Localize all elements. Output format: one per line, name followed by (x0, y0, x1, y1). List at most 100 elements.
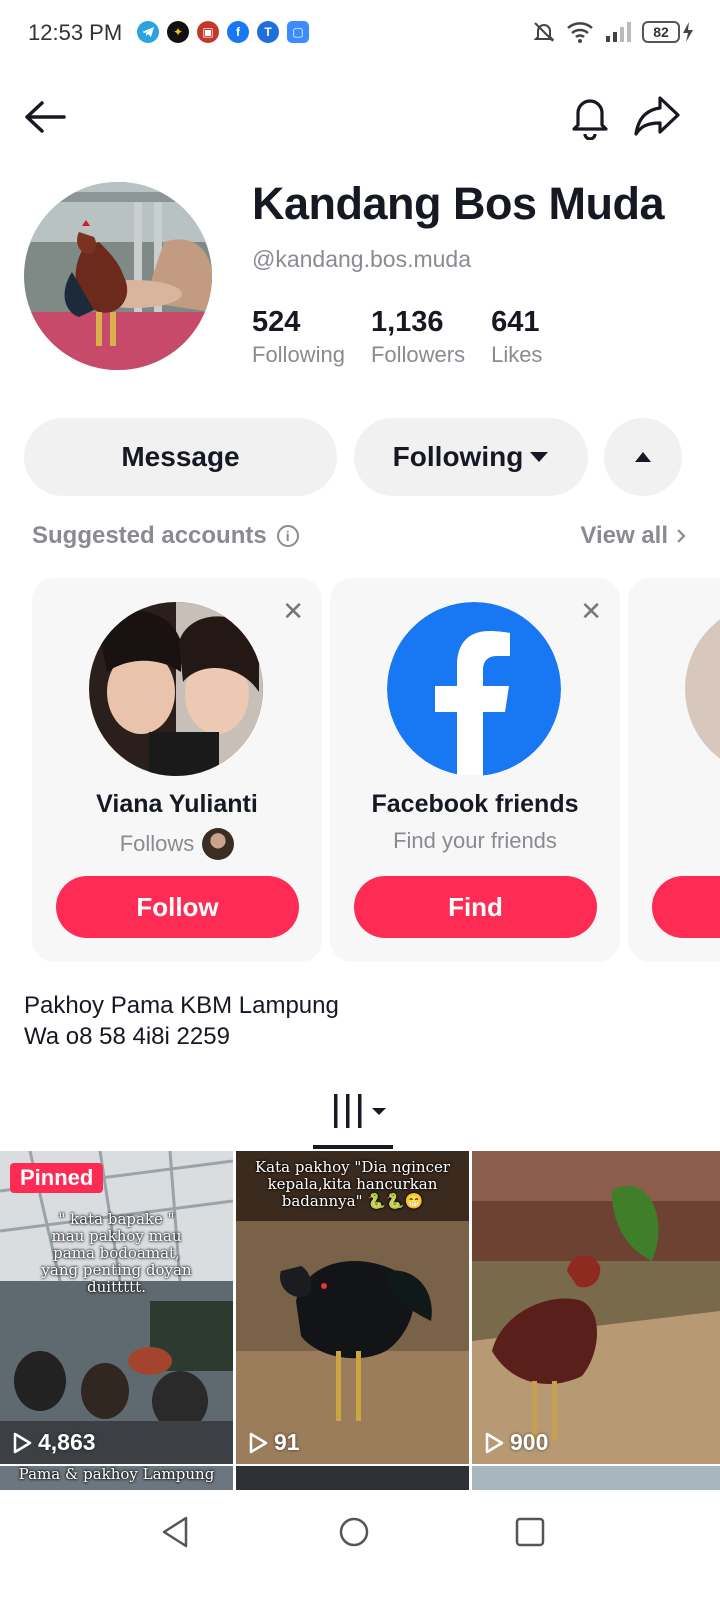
video-tile[interactable]: 900 (472, 1151, 720, 1464)
stat-value: 641 (491, 306, 540, 338)
dismiss-close-icon[interactable]: ✕ (282, 596, 304, 627)
app-icon: ▣ (197, 21, 219, 43)
follow-button[interactable] (652, 876, 720, 938)
status-bar: 12:53 PM ✦ ▣ f T ▢ 82 (0, 0, 720, 66)
play-icon (249, 1432, 268, 1453)
play-icon (13, 1432, 32, 1453)
video-thumbnail (0, 1151, 233, 1464)
find-button[interactable]: Find (354, 876, 597, 938)
suggested-sub: Find your friends (393, 828, 557, 853)
message-button[interactable]: Message (24, 418, 337, 496)
video-caption: " kata bapake " mau pakhoy mau pama bodo… (41, 1210, 192, 1296)
charging-icon (683, 22, 693, 42)
video-caption: Kata pakhoy "Dia ngincer kepala,kita han… (254, 1158, 451, 1210)
suggested-card-partial (628, 578, 720, 962)
video-tile[interactable] (236, 1466, 469, 1490)
view-count: 91 (274, 1429, 300, 1455)
facebook-icon: f (227, 21, 249, 43)
play-count: 4,863 (12, 1429, 96, 1456)
status-time: 12:53 PM (28, 20, 123, 45)
collapse-suggestions-button[interactable] (604, 418, 682, 496)
stat-followers[interactable]: 1,136 Followers (371, 304, 465, 370)
view-all-link[interactable]: View all (580, 522, 686, 550)
signal-icon (606, 22, 631, 42)
caret-up-icon (635, 452, 651, 462)
stat-value: 524 (252, 306, 301, 338)
triangle-back-icon (162, 1516, 188, 1548)
bio-line: Wa o8 58 4i8i 2259 (24, 1023, 230, 1050)
status-right: 82 (532, 20, 694, 44)
video-thumbnail (472, 1151, 720, 1464)
video-tile[interactable] (472, 1466, 720, 1490)
suggested-card-viana: ✕ Viana Yulianti Follows Follow (32, 578, 322, 962)
chevron-right-icon (677, 529, 686, 543)
notification-icons: ✦ ▣ f T ▢ (137, 21, 309, 43)
facebook-logo-icon[interactable] (387, 602, 561, 776)
nav-back-button[interactable] (156, 1512, 196, 1552)
profile-name: Kandang Bos Muda (252, 178, 665, 229)
app-icon: ✦ (167, 21, 189, 43)
mute-bell-icon (533, 22, 555, 42)
nav-recents-button[interactable] (510, 1512, 550, 1552)
stat-label: Likes (491, 342, 543, 367)
stat-value: 1,136 (370, 306, 444, 338)
system-nav-bar (0, 1490, 720, 1600)
play-count: 91 (248, 1429, 300, 1456)
user-photo (685, 602, 720, 776)
following-button[interactable]: Following (354, 418, 588, 496)
battery-indicator: 82 (642, 21, 694, 43)
video-caption: Pama & pakhoy Lampung (18, 1466, 215, 1483)
view-count: 900 (510, 1429, 549, 1455)
suggested-sub: Follows (32, 828, 322, 860)
video-grid: Pinned " kata bapake " mau pakhoy mau pa… (0, 1151, 720, 1466)
user-photo (89, 602, 263, 776)
suggested-avatar[interactable] (685, 602, 720, 776)
square-recents-icon (515, 1517, 545, 1547)
back-button[interactable] (22, 94, 68, 140)
mutual-avatar (202, 828, 235, 860)
follows-label: Follows (119, 831, 195, 856)
suggested-accounts-header: Suggested accounts i (32, 522, 299, 550)
stat-following[interactable]: 524 Following (252, 304, 345, 370)
app-icon: T (257, 21, 279, 43)
stat-label: Followers (370, 342, 466, 367)
stat-likes[interactable]: 641 Likes (491, 304, 542, 370)
notification-bell-button[interactable] (566, 92, 614, 141)
video-tile[interactable]: Pinned " kata bapake " mau pakhoy mau pa… (0, 1151, 233, 1464)
stat-label: Following (252, 342, 345, 367)
share-arrow-icon (634, 96, 680, 136)
profile-stats: 524 Following 1,136 Followers 641 Likes (252, 304, 568, 370)
nav-home-button[interactable] (334, 1512, 374, 1552)
profile-bio: Pakhoy Pama KBM Lampung Wa o8 58 4i8i 22… (24, 990, 339, 1052)
suggested-name: Viana Yulianti (96, 790, 258, 818)
app-icon: ▢ (287, 21, 309, 43)
tab-videos[interactable] (334, 1092, 390, 1132)
view-all-label: View all (580, 522, 668, 549)
top-nav (0, 88, 720, 144)
pinned-badge: Pinned (10, 1163, 104, 1193)
info-icon[interactable]: i (276, 525, 299, 547)
share-button[interactable] (632, 92, 682, 140)
suggested-card-facebook: ✕ Facebook friends Find your friends Fin… (330, 578, 620, 962)
suggested-accounts-title: Suggested accounts (32, 522, 267, 549)
follow-button[interactable]: Follow (56, 876, 299, 938)
following-label: Following (392, 441, 524, 472)
video-tile[interactable]: Kata pakhoy "Dia ngincer kepala,kita han… (236, 1151, 469, 1464)
bio-line: Pakhoy Pama KBM Lampung (24, 992, 339, 1019)
video-grid-row-2: Pama & pakhoy Lampung (0, 1466, 720, 1490)
suggested-avatar[interactable] (89, 602, 263, 776)
video-tile[interactable]: Pama & pakhoy Lampung (0, 1466, 233, 1490)
battery-level: 82 (642, 21, 680, 43)
suggested-accounts-carousel[interactable]: ✕ Viana Yulianti Follows Follow ✕ Facebo… (0, 578, 720, 962)
facebook-icon (387, 602, 561, 776)
suggested-name: Facebook friends (371, 790, 579, 818)
arrow-left-icon (25, 101, 66, 133)
profile-avatar[interactable] (24, 182, 212, 370)
circle-home-icon (339, 1517, 369, 1547)
caret-down-icon (530, 452, 549, 462)
play-icon (485, 1432, 504, 1453)
profile-handle: @kandang.bos.muda (252, 246, 471, 272)
videos-grid-icon (334, 1094, 386, 1128)
dismiss-close-icon[interactable]: ✕ (580, 596, 602, 627)
view-count: 4,863 (38, 1429, 96, 1455)
